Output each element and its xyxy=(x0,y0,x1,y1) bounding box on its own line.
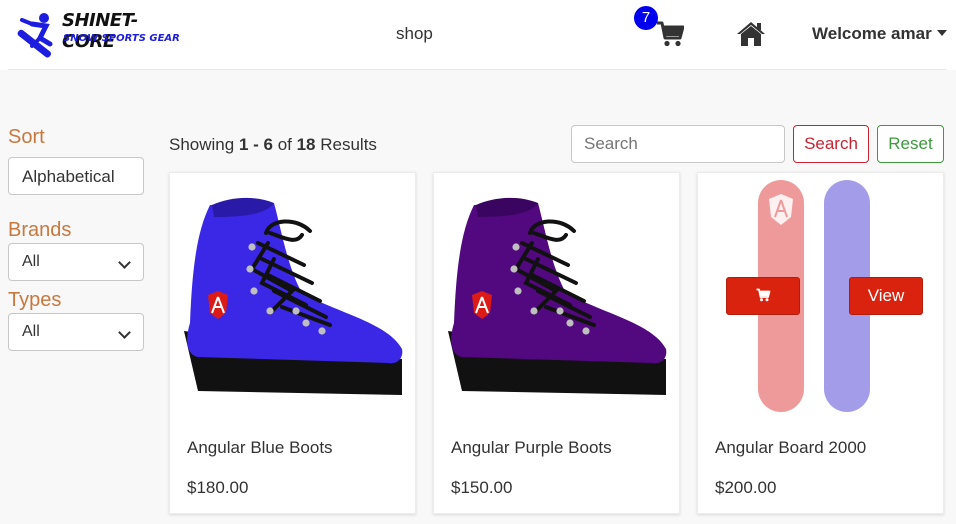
product-price: $200.00 xyxy=(715,478,777,497)
types-select[interactable]: All xyxy=(8,313,144,351)
cart-icon xyxy=(756,288,771,302)
results-of: of xyxy=(272,135,297,154)
brands-label: Brands xyxy=(8,219,72,241)
chevron-down-icon xyxy=(118,326,131,339)
results-total: 18 xyxy=(296,135,316,154)
product-price: $180.00 xyxy=(187,478,249,497)
reset-button[interactable]: Reset xyxy=(877,125,944,163)
product-image[interactable] xyxy=(170,173,415,418)
view-button[interactable]: View xyxy=(849,277,923,315)
types-label: Types xyxy=(8,289,62,311)
product-card[interactable]: View Angular Board 2000 $200.00 xyxy=(697,172,944,514)
product-card[interactable]: Angular Blue Boots $180.00 xyxy=(169,172,416,514)
search-button[interactable]: Search xyxy=(793,125,869,163)
logo-subtitle: SNOW SPORTS GEAR xyxy=(63,33,180,44)
results-range: 1 - 6 xyxy=(238,135,273,154)
results-prefix: Showing xyxy=(169,135,239,154)
product-image[interactable] xyxy=(434,173,679,418)
add-to-cart-button[interactable] xyxy=(726,277,800,315)
product-name[interactable]: Angular Purple Boots xyxy=(451,438,612,458)
navbar: SHINET-CORE SNOW SPORTS GEAR shop 7 Welc… xyxy=(0,0,956,70)
brands-select-value: All xyxy=(22,253,40,270)
results-suffix: Results xyxy=(315,135,377,154)
product-name[interactable]: Angular Blue Boots xyxy=(187,438,333,458)
home-button[interactable] xyxy=(736,20,766,48)
sort-label: Sort xyxy=(8,126,45,148)
types-select-value: All xyxy=(22,323,40,340)
brand-logo[interactable]: SHINET-CORE SNOW SPORTS GEAR xyxy=(10,8,185,60)
search-input[interactable] xyxy=(571,125,785,163)
snowboarder-icon xyxy=(17,13,53,58)
cart-button[interactable] xyxy=(656,20,685,48)
boot-image xyxy=(184,197,403,395)
caret-down-icon xyxy=(936,30,947,36)
product-price: $150.00 xyxy=(451,478,513,497)
home-icon xyxy=(737,22,765,46)
cart-count-badge[interactable]: 7 xyxy=(634,6,658,30)
chevron-down-icon xyxy=(118,256,131,269)
user-menu-dropdown[interactable]: Welcome amar xyxy=(812,24,947,44)
nav-link-shop[interactable]: shop xyxy=(396,24,433,44)
cart-icon xyxy=(657,21,685,47)
welcome-label: Welcome amar xyxy=(812,24,932,43)
product-card[interactable]: Angular Purple Boots $150.00 xyxy=(433,172,680,514)
product-name[interactable]: Angular Board 2000 xyxy=(715,438,866,458)
navbar-divider xyxy=(8,69,946,70)
logo-title: SHINET-CORE xyxy=(62,10,138,52)
brands-select[interactable]: All xyxy=(8,243,144,281)
results-summary: Showing 1 - 6 of 18 Results xyxy=(169,135,377,155)
sort-select[interactable]: Alphabetical xyxy=(8,157,144,195)
boot-image xyxy=(448,197,667,395)
